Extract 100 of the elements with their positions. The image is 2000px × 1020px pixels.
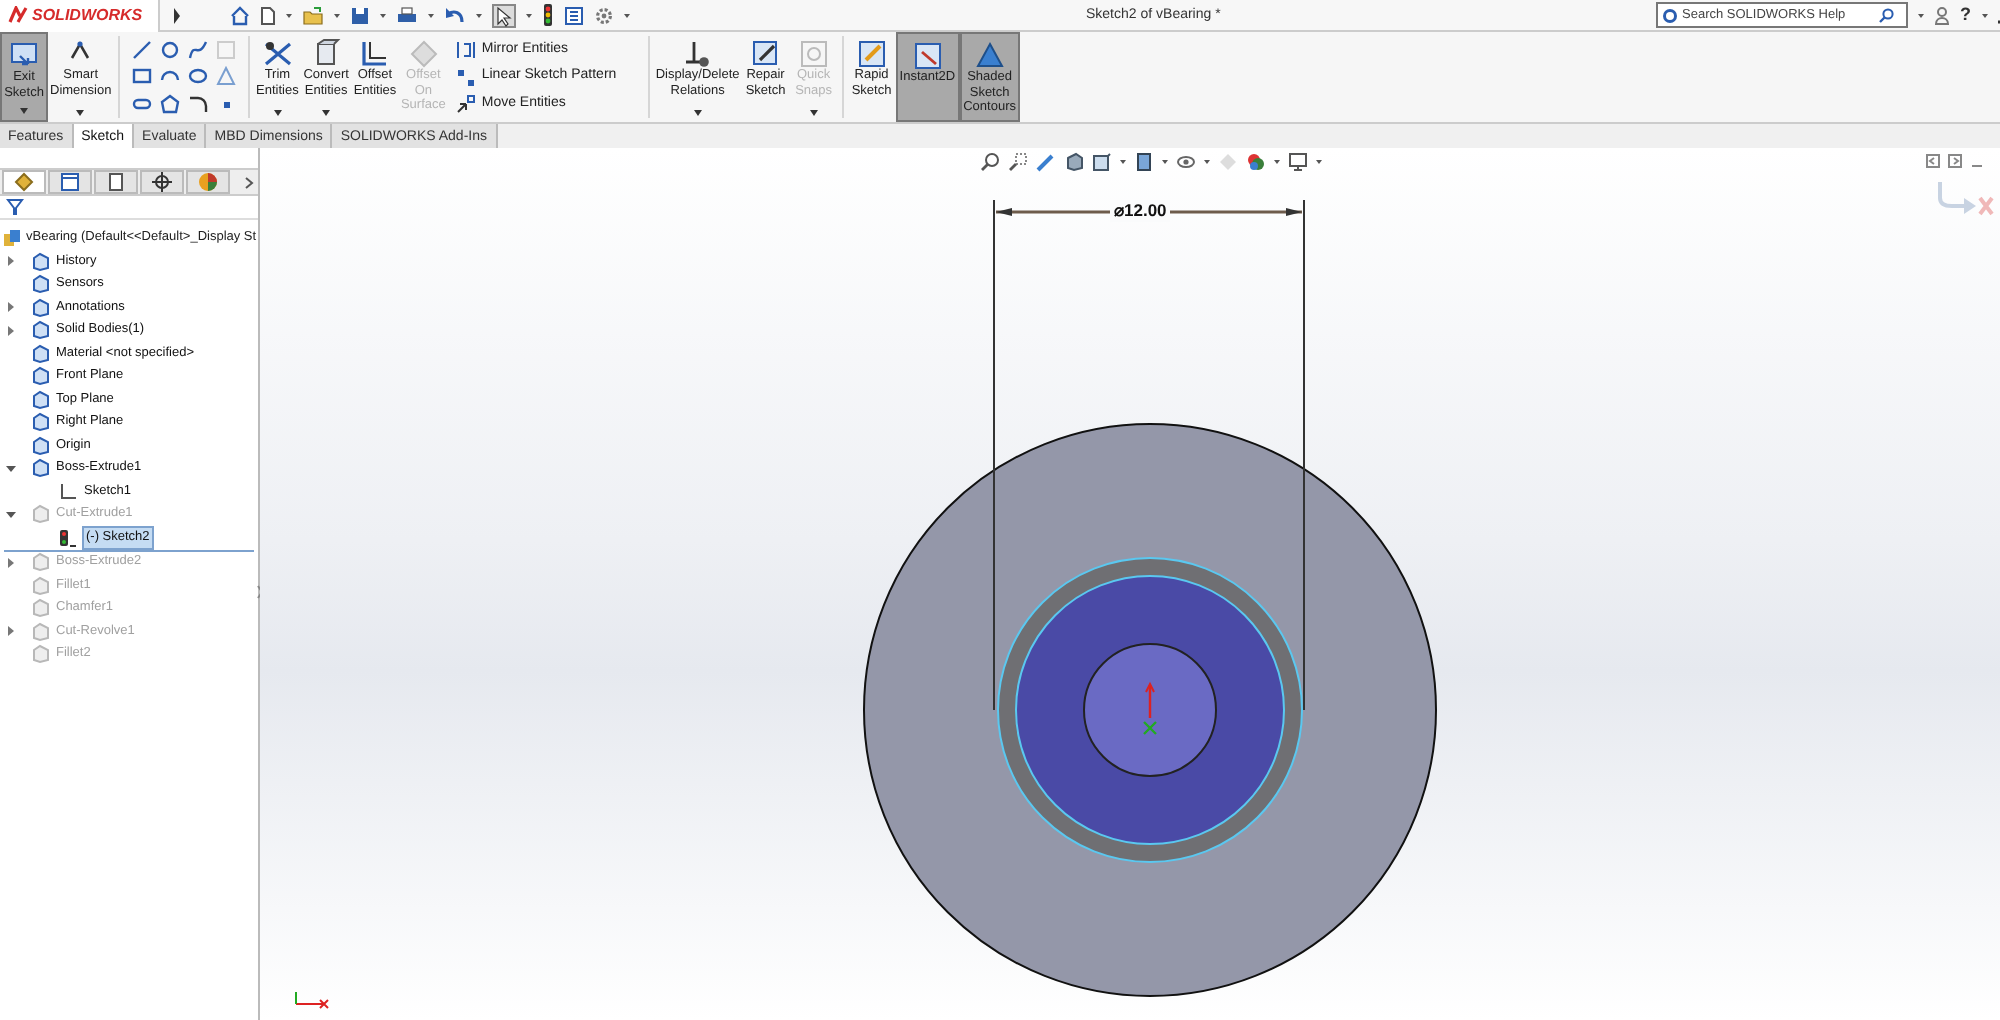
home-icon[interactable]	[230, 5, 250, 25]
zoom-area-icon[interactable]	[1008, 152, 1028, 172]
caret-icon[interactable]	[1120, 160, 1126, 164]
caret-icon[interactable]	[476, 13, 482, 17]
feature-icon	[30, 621, 50, 642]
pencil-icon[interactable]	[1036, 152, 1056, 172]
eye-icon[interactable]	[1176, 152, 1196, 172]
settings-icon[interactable]	[594, 5, 614, 25]
caret-icon[interactable]	[1981, 13, 1987, 18]
caret-icon[interactable]	[428, 13, 434, 17]
circle-icon[interactable]	[159, 40, 180, 61]
pattern-icon	[455, 67, 476, 87]
shaded-triangle-icon	[973, 40, 1006, 70]
caret-icon[interactable]	[1204, 160, 1210, 164]
inner-circle	[1083, 643, 1217, 777]
caret-icon[interactable]	[1316, 160, 1322, 164]
save-icon[interactable]	[350, 5, 370, 25]
new-document-icon[interactable]	[260, 5, 276, 25]
app-logo: SOLIDWORKS	[32, 3, 143, 27]
feature-icon	[30, 412, 50, 433]
snap-icon	[797, 38, 830, 68]
feature-tree-icon	[12, 170, 36, 194]
instant-edit-icon	[911, 40, 944, 70]
help-icon	[1662, 7, 1678, 24]
crosshair-icon	[150, 170, 174, 194]
file-properties-icon[interactable]	[564, 5, 584, 25]
repair-sketch-icon	[749, 38, 782, 68]
caret-icon[interactable]	[76, 110, 85, 116]
undo-icon[interactable]	[444, 5, 466, 25]
collapse-arrow-icon[interactable]	[6, 463, 16, 474]
caret-icon[interactable]	[334, 13, 340, 17]
exit-sketch-icon	[8, 40, 40, 70]
zoom-icon[interactable]	[980, 152, 1000, 172]
caret-icon[interactable]	[1918, 13, 1924, 18]
origin-icon	[1142, 681, 1158, 736]
relations-icon	[681, 38, 714, 68]
polygon-icon[interactable]	[159, 93, 180, 114]
caret-icon[interactable]	[286, 13, 292, 17]
collapse-arrow-icon[interactable]	[6, 509, 16, 520]
panel-tab[interactable]	[140, 170, 184, 194]
appearance-icon[interactable]	[1246, 152, 1266, 172]
feature-icon	[30, 343, 50, 364]
caret-icon[interactable]	[693, 110, 702, 116]
fillet-icon[interactable]	[187, 93, 208, 114]
caret-icon[interactable]	[273, 110, 282, 116]
caret-icon[interactable]	[20, 108, 28, 114]
cube-icon[interactable]	[1064, 152, 1084, 172]
slot-icon[interactable]	[131, 93, 152, 114]
offset-icon	[407, 38, 440, 68]
feature-icon	[30, 575, 50, 596]
caret-icon[interactable]	[1162, 160, 1168, 164]
caret-icon[interactable]	[380, 13, 386, 17]
mirror-icon	[455, 40, 476, 60]
panel-tab[interactable]	[94, 170, 138, 194]
feature-icon	[30, 274, 50, 295]
caret-icon[interactable]	[1274, 160, 1280, 164]
panel-tab[interactable]	[186, 170, 230, 194]
part-icon	[2, 228, 22, 248]
move-icon	[455, 94, 476, 114]
feature-icon	[30, 504, 50, 525]
filter-icon[interactable]	[6, 198, 24, 216]
user-icon[interactable]	[1934, 5, 1950, 26]
appearance-icon	[196, 170, 220, 194]
line-icon[interactable]	[131, 40, 152, 61]
caret-icon[interactable]	[624, 13, 630, 17]
sketch-icon	[58, 481, 78, 502]
feature-icon	[30, 435, 50, 456]
feature-icon	[30, 366, 50, 387]
pointer-icon[interactable]	[492, 3, 516, 27]
feature-icon	[30, 598, 50, 619]
dimension-text: ⌀12.00	[1110, 200, 1171, 222]
help-button[interactable]: ?	[1960, 2, 1971, 29]
trim-icon	[261, 38, 294, 68]
chevron-right-icon[interactable]	[244, 175, 254, 189]
rapid-sketch-icon	[855, 38, 888, 68]
display-style-icon[interactable]	[1134, 152, 1154, 172]
feature-icon	[30, 297, 50, 318]
caret-icon[interactable]	[526, 13, 532, 17]
caret-icon[interactable]	[322, 110, 331, 116]
configuration-icon	[104, 170, 128, 194]
spline-icon[interactable]	[187, 40, 208, 61]
ellipse-icon[interactable]	[187, 66, 208, 87]
monitor-icon[interactable]	[1288, 152, 1308, 172]
view-orientation-icon[interactable]	[1092, 152, 1112, 172]
offset-lines-icon	[358, 38, 391, 68]
panel-tab[interactable]	[2, 170, 46, 194]
feature-icon	[30, 251, 50, 272]
collapse-panel-icon[interactable]	[1926, 154, 1940, 168]
feature-icon	[30, 458, 50, 479]
feature-icon	[30, 389, 50, 410]
feature-icon	[30, 644, 50, 665]
property-icon	[58, 170, 82, 194]
panel-tab[interactable]	[48, 170, 92, 194]
expand-arrow-icon[interactable]	[172, 7, 182, 23]
search-icon[interactable]	[1878, 7, 1894, 24]
traffic-light-icon[interactable]	[542, 4, 554, 26]
rectangle-icon[interactable]	[131, 66, 152, 87]
printer-icon[interactable]	[396, 5, 418, 25]
folder-icon[interactable]	[302, 5, 324, 25]
expand-panel-icon[interactable]	[1948, 154, 1962, 168]
